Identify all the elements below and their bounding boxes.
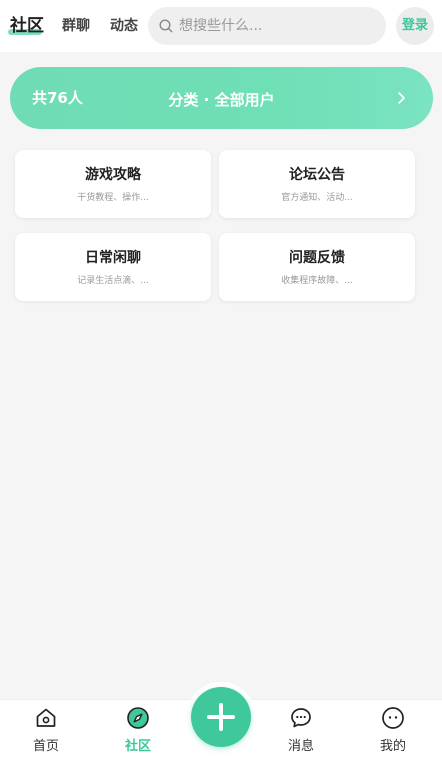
category-banner[interactable]: 共76人 分类 · 全部用户 [10, 67, 433, 129]
search-icon [159, 19, 173, 33]
nav-item-mine[interactable]: 我的 [363, 706, 423, 754]
nav-item-home[interactable]: 首页 [16, 706, 76, 754]
plus-icon [207, 703, 235, 731]
nav-item-messages[interactable]: 消息 [271, 706, 331, 754]
login-button[interactable]: 登录 [396, 7, 434, 45]
card-title: 问题反馈 [289, 250, 345, 266]
card-description: 干货教程、操作... [77, 193, 149, 203]
nav-label: 首页 [32, 739, 59, 754]
search-placeholder: 想搜些什么... [179, 18, 263, 34]
card-title: 论坛公告 [289, 167, 345, 183]
card-description: 收集程序故障、... [281, 276, 353, 286]
face-icon [382, 707, 404, 729]
tab-label: 动态 [110, 18, 138, 34]
banner-title: 分类 · 全部用户 [168, 91, 275, 109]
nav-item-community[interactable]: 社区 [108, 706, 168, 754]
tab-group-chat[interactable]: 群聊 [62, 14, 90, 38]
category-card-game-guides[interactable]: 游戏攻略 干货教程、操作... [15, 150, 211, 218]
card-title: 游戏攻略 [85, 167, 141, 183]
nav-label: 社区 [124, 739, 151, 754]
chevron-right-icon [398, 92, 405, 104]
tab-label: 群聊 [62, 18, 90, 34]
chat-bubble-icon [291, 708, 311, 728]
card-description: 官方通知、活动... [281, 193, 353, 203]
top-header: 社区 群聊 动态 想搜些什么... 登录 [0, 0, 442, 52]
tab-label: 社区 [10, 16, 44, 36]
category-card-feedback[interactable]: 问题反馈 收集程序故障、... [219, 233, 415, 301]
card-description: 记录生活点滴、... [77, 276, 149, 286]
tab-feed[interactable]: 动态 [110, 14, 138, 38]
search-bar[interactable]: 想搜些什么... [148, 7, 386, 45]
compass-icon [127, 707, 149, 729]
category-card-announcements[interactable]: 论坛公告 官方通知、活动... [219, 150, 415, 218]
nav-label: 消息 [287, 739, 314, 754]
fab-container [186, 682, 256, 752]
home-icon [36, 708, 56, 727]
nav-label: 我的 [379, 739, 406, 754]
card-title: 日常闲聊 [85, 250, 141, 266]
tab-community[interactable]: 社区 [8, 14, 44, 38]
create-post-button[interactable] [191, 687, 251, 747]
category-card-daily-chat[interactable]: 日常闲聊 记录生活点滴、... [15, 233, 211, 301]
